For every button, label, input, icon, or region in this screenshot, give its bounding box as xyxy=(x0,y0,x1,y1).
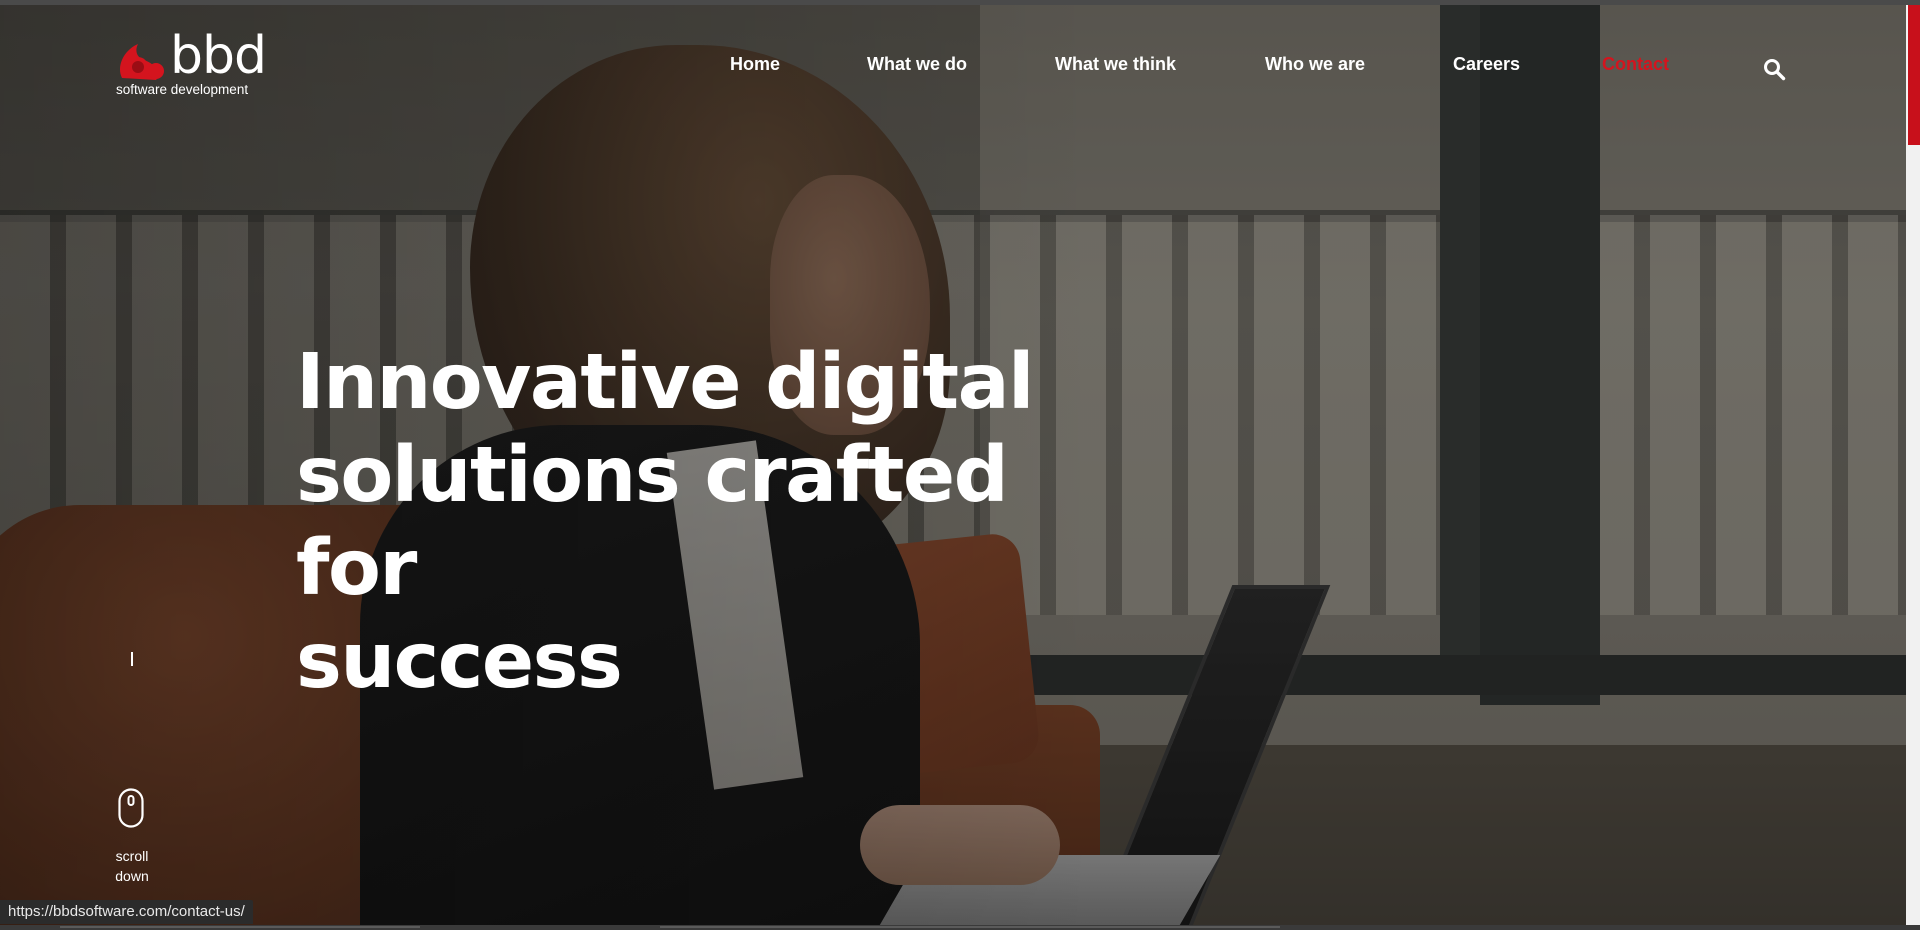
scroll-label-line: scroll xyxy=(115,848,149,864)
logo-wordmark: bbd xyxy=(170,26,267,86)
brand-logo[interactable]: bbd software development xyxy=(116,30,267,98)
nav-item-what-we-do[interactable]: What we do xyxy=(867,54,967,75)
scroll-label-line: down xyxy=(115,868,149,884)
nav-item-who-we-are[interactable]: Who we are xyxy=(1265,54,1365,75)
bottom-edge xyxy=(0,925,1920,930)
nav-item-what-we-think[interactable]: What we think xyxy=(1055,54,1176,75)
nav-item-contact[interactable]: Contact xyxy=(1602,54,1669,75)
hero-heading: Innovative digital solutions crafted for… xyxy=(296,336,1076,708)
browser-viewport: bbd software development Home What we do… xyxy=(0,0,1920,930)
mouse-icon[interactable] xyxy=(118,788,144,828)
nav-item-home[interactable]: Home xyxy=(730,54,780,75)
search-icon[interactable] xyxy=(1762,57,1786,81)
text-caret xyxy=(131,652,133,666)
scrollbar-thumb[interactable] xyxy=(1908,5,1920,145)
nav-item-careers[interactable]: Careers xyxy=(1453,54,1520,75)
bottom-edge-segment xyxy=(60,926,420,928)
status-bar-url: https://bbdsoftware.com/contact-us/ xyxy=(0,900,253,924)
hero-heading-line: success xyxy=(296,617,623,706)
logo-mark-icon xyxy=(119,44,164,80)
logo-tagline: software development xyxy=(116,82,249,97)
hero-heading-line: solutions crafted for xyxy=(296,431,1009,613)
bottom-edge-segment xyxy=(660,926,1280,928)
scroll-down-label[interactable]: scroll down xyxy=(104,846,160,886)
hero-heading-line: Innovative digital xyxy=(296,338,1034,427)
